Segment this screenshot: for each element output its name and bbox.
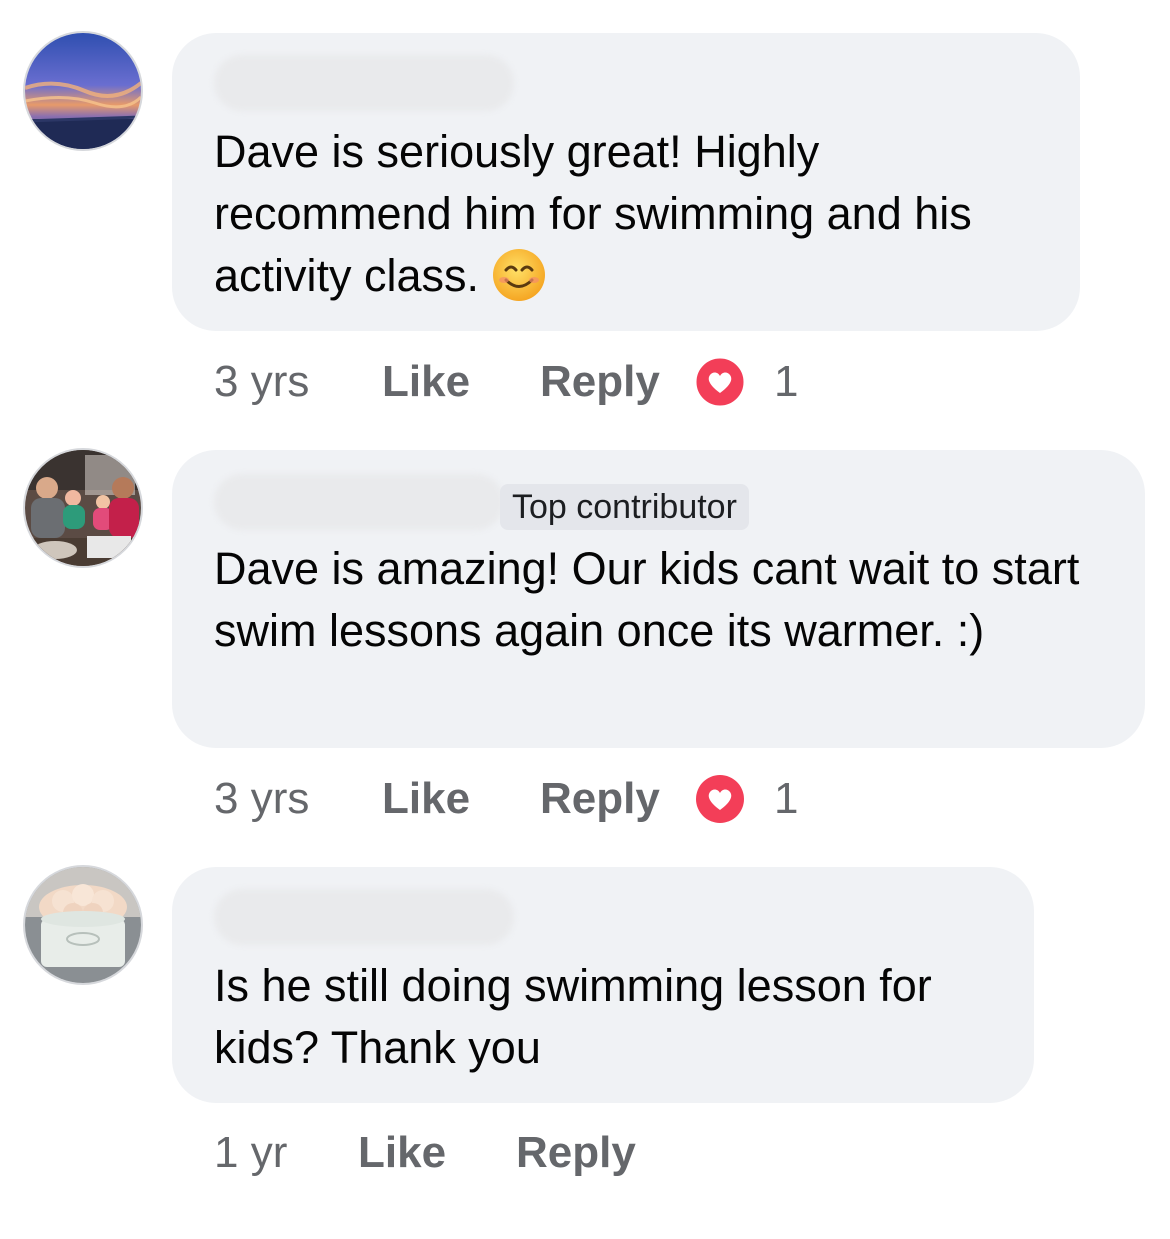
avatar[interactable]	[25, 33, 141, 149]
reply-button[interactable]: Reply	[540, 769, 660, 829]
comment-2: Top contributor Dave is amazing! Our kid…	[0, 440, 1170, 840]
author-name-redacted	[214, 889, 514, 945]
smiling-face-emoji	[493, 249, 546, 301]
reaction-count[interactable]: 1	[774, 769, 798, 829]
reply-button[interactable]: Reply	[540, 352, 660, 412]
heart-icon[interactable]	[695, 774, 745, 824]
family-photo	[25, 450, 141, 566]
timestamp[interactable]: 3 yrs	[214, 769, 309, 829]
timestamp[interactable]: 3 yrs	[214, 352, 309, 412]
like-button[interactable]: Like	[382, 352, 470, 412]
author-name-redacted	[214, 55, 514, 111]
comment-actions: 3 yrs Like Reply 1	[214, 769, 914, 829]
comment-3: Is he still doing swimming lesson for ki…	[0, 860, 1170, 1230]
avatar[interactable]	[25, 867, 141, 983]
comment-actions: 3 yrs Like Reply 1	[214, 352, 914, 412]
comment-actions: 1 yr Like Reply	[214, 1123, 814, 1183]
top-contributor-badge: Top contributor	[500, 484, 749, 530]
like-button[interactable]: Like	[358, 1123, 446, 1183]
comment-text: Dave is seriously great! Highly recommen…	[214, 126, 972, 301]
timestamp[interactable]: 1 yr	[214, 1123, 287, 1183]
avatar[interactable]	[25, 450, 141, 566]
reply-button[interactable]: Reply	[516, 1123, 636, 1183]
reaction-count[interactable]: 1	[774, 352, 798, 412]
comment-bubble: Is he still doing swimming lesson for ki…	[172, 867, 1034, 1103]
heart-icon[interactable]	[695, 357, 745, 407]
comment-text: Dave is amazing! Our kids cant wait to s…	[214, 543, 1080, 656]
comment-thread: Dave is seriously great! Highly recommen…	[0, 0, 1170, 1239]
sunset-photo	[25, 33, 141, 149]
comment-text: Is he still doing swimming lesson for ki…	[214, 960, 932, 1073]
like-button[interactable]: Like	[382, 769, 470, 829]
comment-bubble: Dave is seriously great! Highly recommen…	[172, 33, 1080, 331]
author-name-redacted	[214, 474, 504, 530]
rose-box-photo	[25, 867, 141, 983]
comment-bubble: Top contributor Dave is amazing! Our kid…	[172, 450, 1145, 748]
comment-1: Dave is seriously great! Highly recommen…	[0, 0, 1170, 420]
